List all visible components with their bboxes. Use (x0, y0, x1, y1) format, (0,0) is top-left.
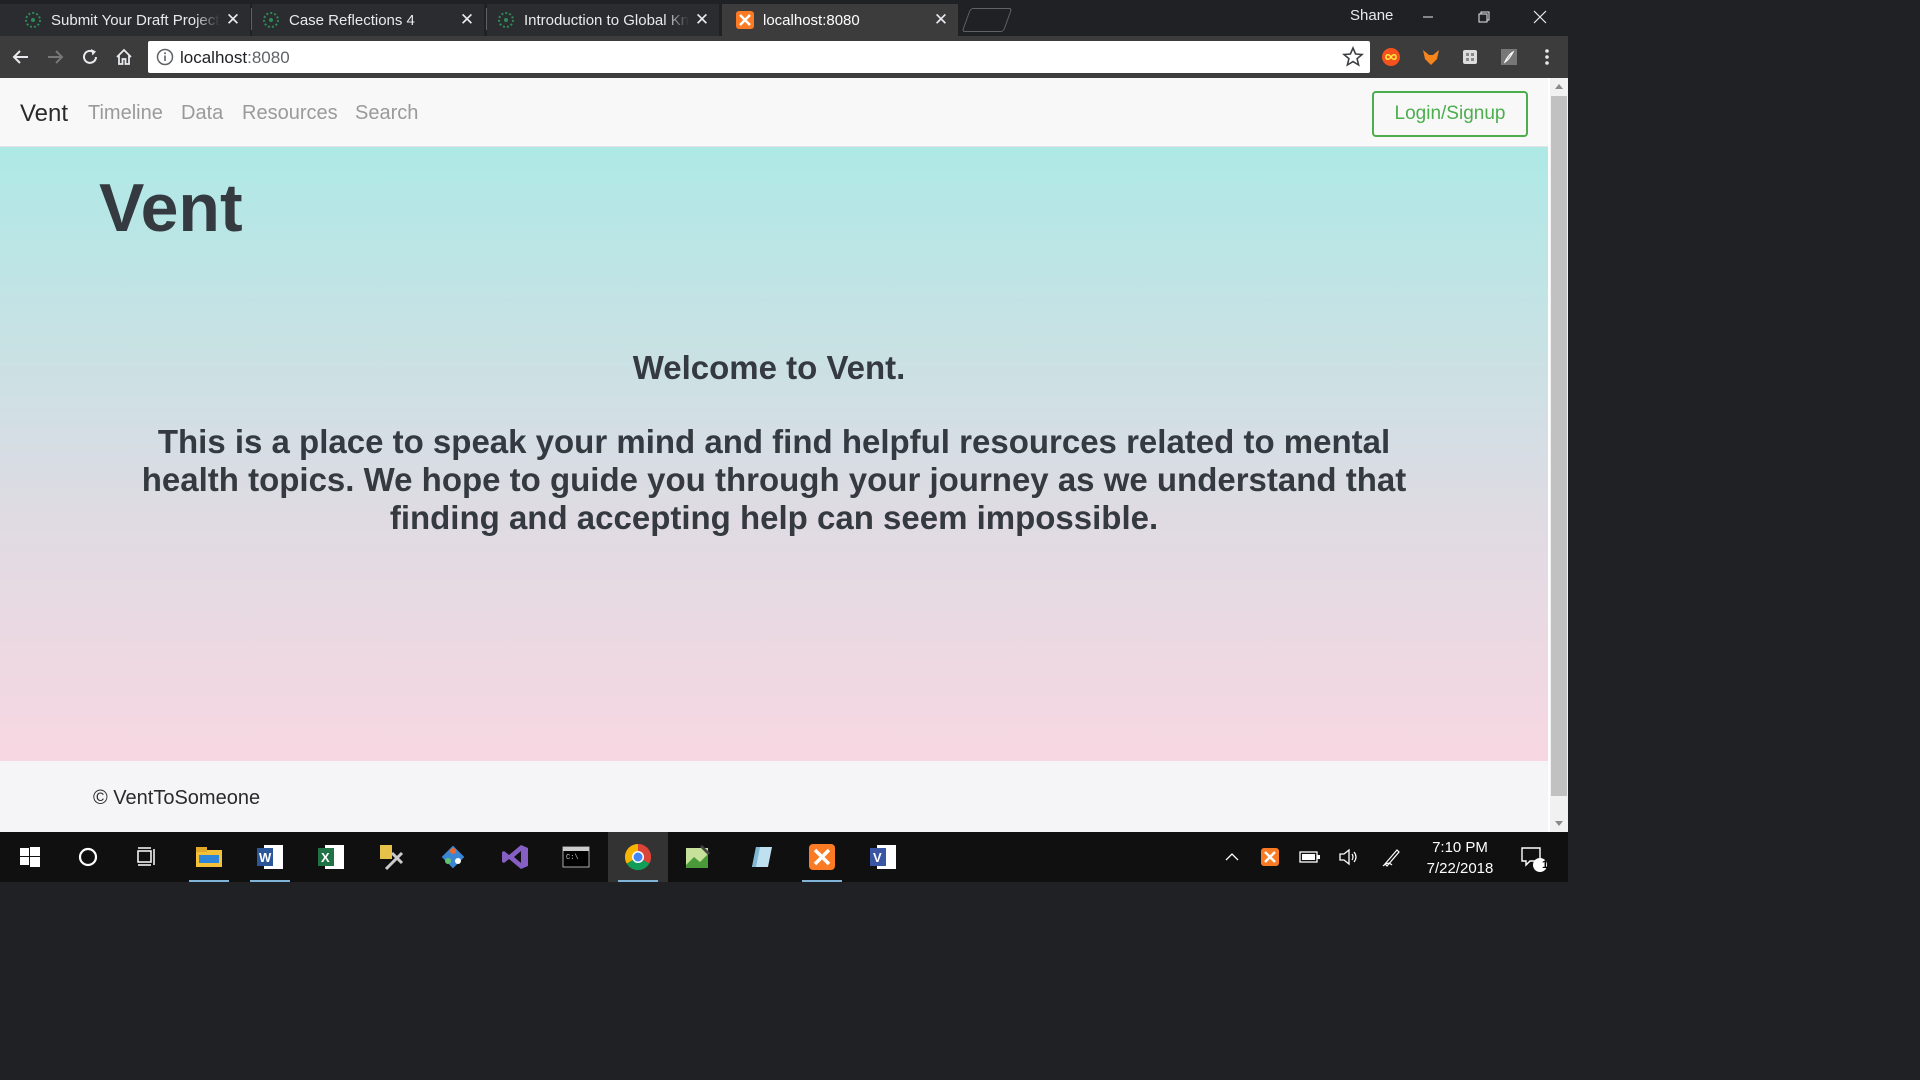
nav-link-search[interactable]: Search (355, 102, 418, 125)
svg-text:W: W (259, 850, 272, 865)
back-icon[interactable] (8, 44, 34, 70)
close-tab-icon[interactable]: ✕ (458, 11, 476, 29)
address-url: localhost:8080 (180, 48, 290, 68)
url-host: localhost (180, 48, 248, 67)
action-center-icon[interactable]: 1 (1512, 832, 1552, 882)
battery-icon[interactable] (1296, 832, 1324, 882)
task-view-icon[interactable] (117, 832, 177, 882)
volume-icon[interactable] (1336, 832, 1360, 882)
windows-start-icon[interactable] (0, 832, 60, 882)
scroll-up-arrow-icon[interactable] (1555, 84, 1563, 89)
forward-icon[interactable] (42, 44, 68, 70)
browser-tab[interactable]: Case Reflections 4 ✕ (252, 4, 484, 36)
browser-toolbar: localhost:8080 (0, 36, 1568, 78)
notes-app-icon[interactable] (730, 832, 790, 882)
xampp-icon (736, 11, 754, 29)
web-page: Vent Timeline Data Resources Search Logi… (0, 78, 1550, 832)
profile-name[interactable]: Shane (1350, 7, 1393, 24)
scroll-down-arrow-icon[interactable] (1555, 821, 1563, 826)
browser-tab[interactable]: Introduction to Global Kn ✕ (487, 4, 719, 36)
tab-title: Introduction to Global Kn (524, 11, 689, 29)
svg-text:C:\: C:\ (566, 854, 579, 862)
excel-icon[interactable]: X (301, 832, 361, 882)
extension-fox-icon[interactable] (1421, 47, 1441, 67)
notification-count: 1 (1541, 859, 1549, 871)
pen-ink-icon[interactable] (1380, 832, 1404, 882)
bookmark-star-icon[interactable] (1342, 45, 1364, 73)
taskbar-clock[interactable]: 7:10 PM 7/22/2018 (1420, 837, 1500, 879)
minimize-icon[interactable] (1400, 0, 1456, 34)
site-description: This is a place to speak your mind and f… (141, 423, 1407, 536)
git-app-icon[interactable] (423, 832, 483, 882)
close-tab-icon[interactable]: ✕ (932, 11, 950, 29)
show-hidden-icons-icon[interactable] (1220, 832, 1244, 882)
image-editor-icon[interactable] (668, 832, 728, 882)
command-prompt-icon[interactable]: C:\ (546, 832, 606, 882)
restore-icon[interactable] (1456, 0, 1512, 34)
windows-taskbar: W X C:\ V 7:10 PM 7/22/2018 1 (0, 832, 1568, 882)
site-footer: © VentToSomeone (0, 761, 1548, 832)
site-navbar: Vent Timeline Data Resources Search Logi… (0, 78, 1548, 147)
info-icon[interactable] (156, 48, 174, 71)
close-window-icon[interactable] (1512, 0, 1568, 34)
clock-date: 7/22/2018 (1426, 860, 1494, 877)
page-scrollbar[interactable] (1550, 78, 1568, 832)
canvas-icon (497, 11, 515, 29)
chrome-icon[interactable] (608, 832, 668, 882)
browser-tab[interactable]: Submit Your Draft Project ✕ (0, 4, 250, 36)
nav-link-resources[interactable]: Resources (242, 102, 338, 125)
file-explorer-icon[interactable] (179, 832, 239, 882)
extension-infinity-icon[interactable] (1381, 47, 1401, 67)
xampp-tray-icon[interactable] (1258, 832, 1282, 882)
visual-studio-icon[interactable] (485, 832, 545, 882)
browser-tab-strip: Submit Your Draft Project ✕ Case Reflect… (0, 0, 1568, 36)
menu-kebab-icon[interactable] (1537, 47, 1557, 67)
hero-section: Vent Welcome to Vent. This is a place to… (0, 147, 1548, 761)
brand-link[interactable]: Vent (20, 100, 68, 128)
xampp-icon[interactable] (792, 832, 852, 882)
url-port: :8080 (247, 48, 290, 67)
svg-text:V: V (873, 850, 882, 865)
address-bar[interactable]: localhost:8080 (148, 41, 1370, 73)
tab-title: Submit Your Draft Project (51, 11, 220, 29)
canvas-icon (24, 11, 42, 29)
browser-tab-active[interactable]: localhost:8080 ✕ (722, 4, 958, 36)
copyright-text: © VentToSomeone (93, 787, 261, 809)
login-signup-button[interactable]: Login/Signup (1372, 91, 1528, 137)
reload-icon[interactable] (77, 44, 103, 70)
svg-text:X: X (321, 850, 330, 865)
nav-link-data[interactable]: Data (181, 102, 223, 125)
nav-link-timeline[interactable]: Timeline (88, 102, 163, 125)
cortana-search-icon[interactable] (58, 832, 118, 882)
clock-time: 7:10 PM (1432, 839, 1488, 856)
extension-pdf-icon[interactable] (1499, 47, 1519, 67)
hero-title: Vent (99, 170, 243, 246)
close-tab-icon[interactable]: ✕ (693, 11, 711, 29)
word-icon[interactable]: W (240, 832, 300, 882)
close-tab-icon[interactable]: ✕ (224, 11, 242, 29)
home-icon[interactable] (111, 44, 137, 70)
tab-title: localhost:8080 (763, 11, 860, 29)
welcome-heading: Welcome to Vent. (632, 349, 906, 386)
new-tab-button[interactable] (961, 8, 1013, 32)
tab-title: Case Reflections 4 (289, 11, 415, 29)
visio-icon[interactable]: V (853, 832, 913, 882)
canvas-icon (262, 11, 280, 29)
extension-puzzle-icon[interactable] (1460, 47, 1480, 67)
scroll-thumb[interactable] (1551, 96, 1567, 796)
tools-app-icon[interactable] (362, 832, 422, 882)
